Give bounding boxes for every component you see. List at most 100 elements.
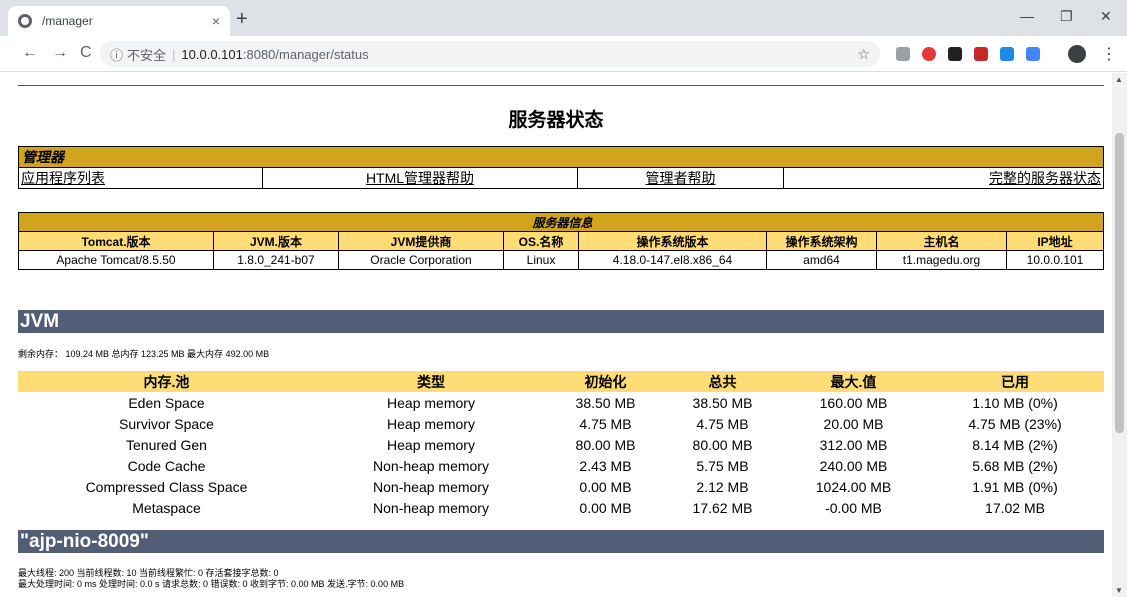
memory-rows: Eden Space Heap memory 38.50 MB 38.50 MB 160…: [18, 392, 1104, 518]
cell: 2.12 MB: [696, 478, 749, 495]
restore-button[interactable]: ❐: [1060, 8, 1073, 25]
cell: 0.00 MB: [579, 478, 632, 495]
server-col: 主机名: [876, 231, 1007, 251]
cell: 4.75 MB: [696, 415, 749, 432]
cell: Compressed Class Space: [85, 478, 248, 495]
extension-pdf-icon[interactable]: [974, 47, 988, 61]
cell: 312.00 MB: [819, 436, 888, 453]
memory-summary: 剩余内存： 109.24 MB 总内存 123.25 MB 最大内存 492.0…: [18, 349, 270, 359]
cell: Survivor Space: [119, 415, 214, 432]
profile-avatar-icon[interactable]: [1068, 45, 1086, 63]
cell: 4.75 MB (23%): [968, 415, 1062, 432]
cell: 38.50 MB: [575, 394, 636, 411]
cell: Non-heap memory: [373, 457, 489, 474]
memory-col: 已用: [926, 371, 1104, 392]
server-col: JVM提供商: [338, 231, 504, 251]
menu-icon[interactable]: ⋮: [1101, 44, 1117, 64]
table-row: Tenured Gen Heap memory 80.00 MB 80.00 MB 31…: [18, 434, 1104, 455]
table-row: Survivor Space Heap memory 4.75 MB 4.75 MB 2…: [18, 413, 1104, 434]
address-bar[interactable]: ⓘ 不安全 | 10.0.0.101 :8080/manager/status …: [100, 41, 880, 67]
browser-tab[interactable]: /manager ×: [8, 6, 230, 36]
memory-col: 类型: [315, 371, 547, 392]
url-separator: |: [172, 46, 176, 62]
page-title: 服务器状态: [508, 110, 604, 131]
cell: 2.43 MB: [579, 457, 632, 474]
insecure-label: 不安全: [127, 47, 167, 63]
table-row: Eden Space Heap memory 38.50 MB 38.50 MB 160…: [18, 392, 1104, 413]
server-cell: 4.18.0-147.el8.x86_64: [578, 250, 767, 270]
cell: 80.00 MB: [692, 436, 753, 453]
cell: Tenured Gen: [126, 436, 207, 453]
cell: 1024.00 MB: [815, 478, 892, 495]
cell: 5.75 MB: [696, 457, 749, 474]
connector-request-stats: 最大处理时间: 0 ms 处理时间: 0.0 s 请求总数: 0 错误数: 0 …: [18, 579, 405, 589]
manager-header: 管理器: [18, 146, 1104, 168]
cell: Code Cache: [127, 457, 206, 474]
browser-tab-strip: /manager × + — ❐ ✕: [0, 0, 1127, 36]
cell: 4.75 MB: [579, 415, 632, 432]
cell: 38.50 MB: [692, 394, 753, 411]
cell: 80.00 MB: [575, 436, 636, 453]
connector-thread-stats: 最大线程: 200 当前线程数: 10 当前线程繁忙: 0 存活套接字总数: 0: [18, 568, 279, 578]
cell: Heap memory: [387, 394, 475, 411]
scroll-down-icon[interactable]: ▼: [1115, 586, 1123, 595]
cell: 160.00 MB: [819, 394, 888, 411]
cell: Metaspace: [132, 499, 201, 516]
server-cell: Apache Tomcat/8.5.50: [18, 250, 214, 270]
server-cell: 1.8.0_241-b07: [213, 250, 339, 270]
extension-cloud-icon[interactable]: [896, 47, 910, 61]
url-path: :8080/manager/status: [242, 46, 369, 62]
extension-glasses-icon[interactable]: [948, 47, 962, 61]
link-full-server-status[interactable]: 完整的服务器状态: [989, 170, 1101, 186]
header-divider: [18, 85, 1104, 86]
forward-button[interactable]: →: [52, 44, 68, 62]
cell: 17.62 MB: [692, 499, 753, 516]
new-tab-button[interactable]: +: [236, 8, 248, 31]
extension-target-icon[interactable]: [922, 47, 936, 61]
cell: Heap memory: [387, 436, 475, 453]
cell: 1.91 MB (0%): [972, 478, 1058, 495]
browser-toolbar: ← → C ⓘ 不安全 | 10.0.0.101 :8080/manager/s…: [0, 36, 1127, 72]
server-col: JVM.版本: [213, 231, 339, 251]
back-button[interactable]: ←: [22, 44, 38, 62]
memory-col: 最大.值: [781, 371, 926, 392]
cell: 5.68 MB (2%): [972, 457, 1058, 474]
reload-button[interactable]: C: [80, 44, 92, 62]
minimize-button[interactable]: —: [1020, 8, 1034, 24]
cell: 17.02 MB: [985, 499, 1045, 516]
memory-col: 初始化: [547, 371, 664, 392]
extension-translate-icon[interactable]: [1026, 47, 1040, 61]
cell: Heap memory: [387, 415, 475, 432]
link-app-list[interactable]: 应用程序列表: [21, 170, 105, 186]
cell: -0.00 MB: [825, 499, 882, 516]
extension-bird-icon[interactable]: [1000, 47, 1014, 61]
bookmark-star-icon[interactable]: ☆: [857, 46, 870, 63]
tab-close-icon[interactable]: ×: [212, 13, 220, 29]
table-row: Compressed Class Space Non-heap memory 0.0…: [18, 476, 1104, 497]
server-col: Tomcat.版本: [18, 231, 214, 251]
info-icon[interactable]: ⓘ: [110, 45, 123, 64]
table-row: Metaspace Non-heap memory 0.00 MB 17.62 MB -…: [18, 497, 1104, 518]
scroll-up-icon[interactable]: ▲: [1115, 75, 1123, 84]
server-col: 操作系统架构: [766, 231, 877, 251]
cell: 20.00 MB: [823, 415, 884, 432]
cell: 1.10 MB (0%): [972, 394, 1058, 411]
scrollbar-thumb[interactable]: [1115, 133, 1124, 433]
server-info-table: 服务器信息 Tomcat.版本 JVM.版本 JVM提供商 OS.名称 操作系统…: [18, 212, 1104, 270]
cell: 0.00 MB: [579, 499, 632, 516]
server-col: OS.名称: [503, 231, 579, 251]
cell: Eden Space: [128, 394, 205, 411]
memory-col: 内存.池: [18, 371, 315, 392]
url-host: 10.0.0.101: [181, 46, 243, 62]
memory-col: 总共: [664, 371, 781, 392]
page-scrollbar[interactable]: ▲ ▼: [1112, 73, 1127, 597]
link-manager-help[interactable]: 管理者帮助: [646, 170, 716, 186]
cell: 8.14 MB (2%): [972, 436, 1058, 453]
link-html-manager-help[interactable]: HTML管理器帮助: [366, 170, 474, 186]
memory-pool-table: 内存.池 类型 初始化 总共 最大.值 已用 Eden Space Heap me…: [18, 371, 1104, 518]
connector-section-title: "ajp-nio-8009": [18, 530, 1104, 553]
globe-icon: [18, 14, 32, 28]
close-window-button[interactable]: ✕: [1100, 8, 1112, 25]
server-cell: amd64: [766, 250, 877, 270]
server-cell: 10.0.0.101: [1006, 250, 1104, 270]
